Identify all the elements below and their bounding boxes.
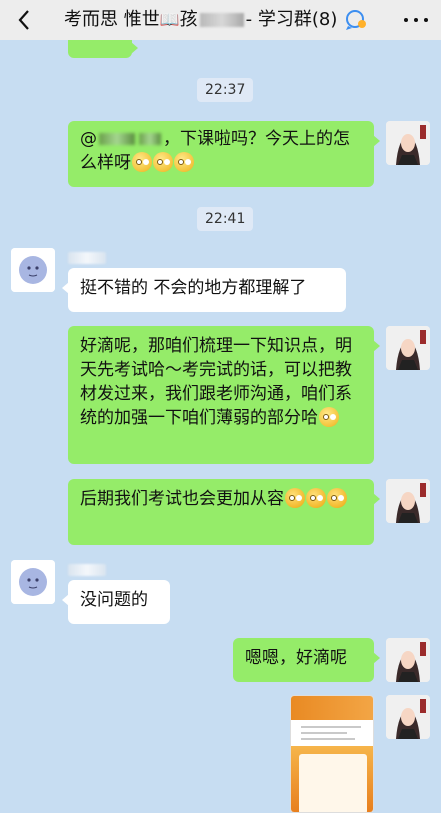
image-header-strip xyxy=(291,696,373,720)
chat-header: 考而思 惟世📖孩 - 学习群(8) xyxy=(0,0,441,40)
timestamp: 22:41 xyxy=(197,207,254,231)
message-bubble[interactable]: 没问题的 xyxy=(62,580,170,624)
hug-emoji xyxy=(306,488,326,508)
more-button[interactable] xyxy=(401,8,431,32)
avatar-teacher[interactable] xyxy=(386,326,430,370)
sender-name-redacted xyxy=(68,564,106,576)
message-text: 后期我们考试也会更加从容 xyxy=(80,489,284,509)
back-button[interactable] xyxy=(10,6,38,34)
book-icon: 📖 xyxy=(159,10,180,29)
redacted-mention xyxy=(139,133,161,145)
message-text: @ xyxy=(80,129,97,149)
image-inner-panel xyxy=(299,754,367,812)
avatar-teacher[interactable] xyxy=(386,695,430,739)
avatar-student[interactable] xyxy=(11,248,55,292)
message-bubble[interactable]: 挺不错的 不会的地方都理解了 xyxy=(62,268,346,312)
message-bubble[interactable]: @ ，下课啦吗？今天上的怎么样呀 xyxy=(68,121,380,187)
message-bubble[interactable]: 后期我们考试也会更加从容 xyxy=(68,479,380,545)
hug-emoji xyxy=(327,488,347,508)
avatar-student[interactable] xyxy=(11,560,55,604)
avatar-teacher[interactable] xyxy=(386,121,430,165)
shy-smile-emoji xyxy=(153,152,173,172)
image-banner xyxy=(291,746,373,812)
hug-emoji xyxy=(285,488,305,508)
message-text: 挺不错的 不会的地方都理解了 xyxy=(80,278,307,298)
timestamp: 22:37 xyxy=(197,78,254,102)
sender-name-redacted xyxy=(68,252,106,264)
title-text-2: 孩 xyxy=(179,9,198,30)
message-text: 没问题的 xyxy=(80,590,148,610)
more-dot xyxy=(424,18,428,22)
shy-smile-emoji xyxy=(319,407,339,427)
message-bubble[interactable]: 嗯嗯，好滴呢 xyxy=(233,638,380,682)
redacted-name xyxy=(199,13,244,27)
avatar-teacher[interactable] xyxy=(386,479,430,523)
message-text: 嗯嗯，好滴呢 xyxy=(245,648,347,668)
title-text-3: - 学习群(8) xyxy=(245,9,338,30)
avatar-teacher[interactable] xyxy=(386,638,430,682)
shy-smile-emoji xyxy=(174,152,194,172)
people-chat-icon[interactable] xyxy=(344,9,368,31)
image-message[interactable] xyxy=(290,695,374,813)
more-dot xyxy=(404,18,408,22)
more-dot xyxy=(414,18,418,22)
chevron-left-icon xyxy=(18,10,29,30)
redacted-mention xyxy=(99,133,135,145)
message-bubble[interactable]: 好滴呢，那咱们梳理一下知识点，明天先考试哈～考完试的话，可以把教材发过来，我们跟… xyxy=(68,326,380,464)
shy-smile-emoji xyxy=(132,152,152,172)
message-text: 好滴呢，那咱们梳理一下知识点，明天先考试哈～考完试的话，可以把教材发过来，我们跟… xyxy=(80,336,352,428)
title-text-1: 考而思 惟世 xyxy=(64,9,160,30)
chat-title: 考而思 惟世📖孩 - 学习群(8) xyxy=(64,6,337,34)
